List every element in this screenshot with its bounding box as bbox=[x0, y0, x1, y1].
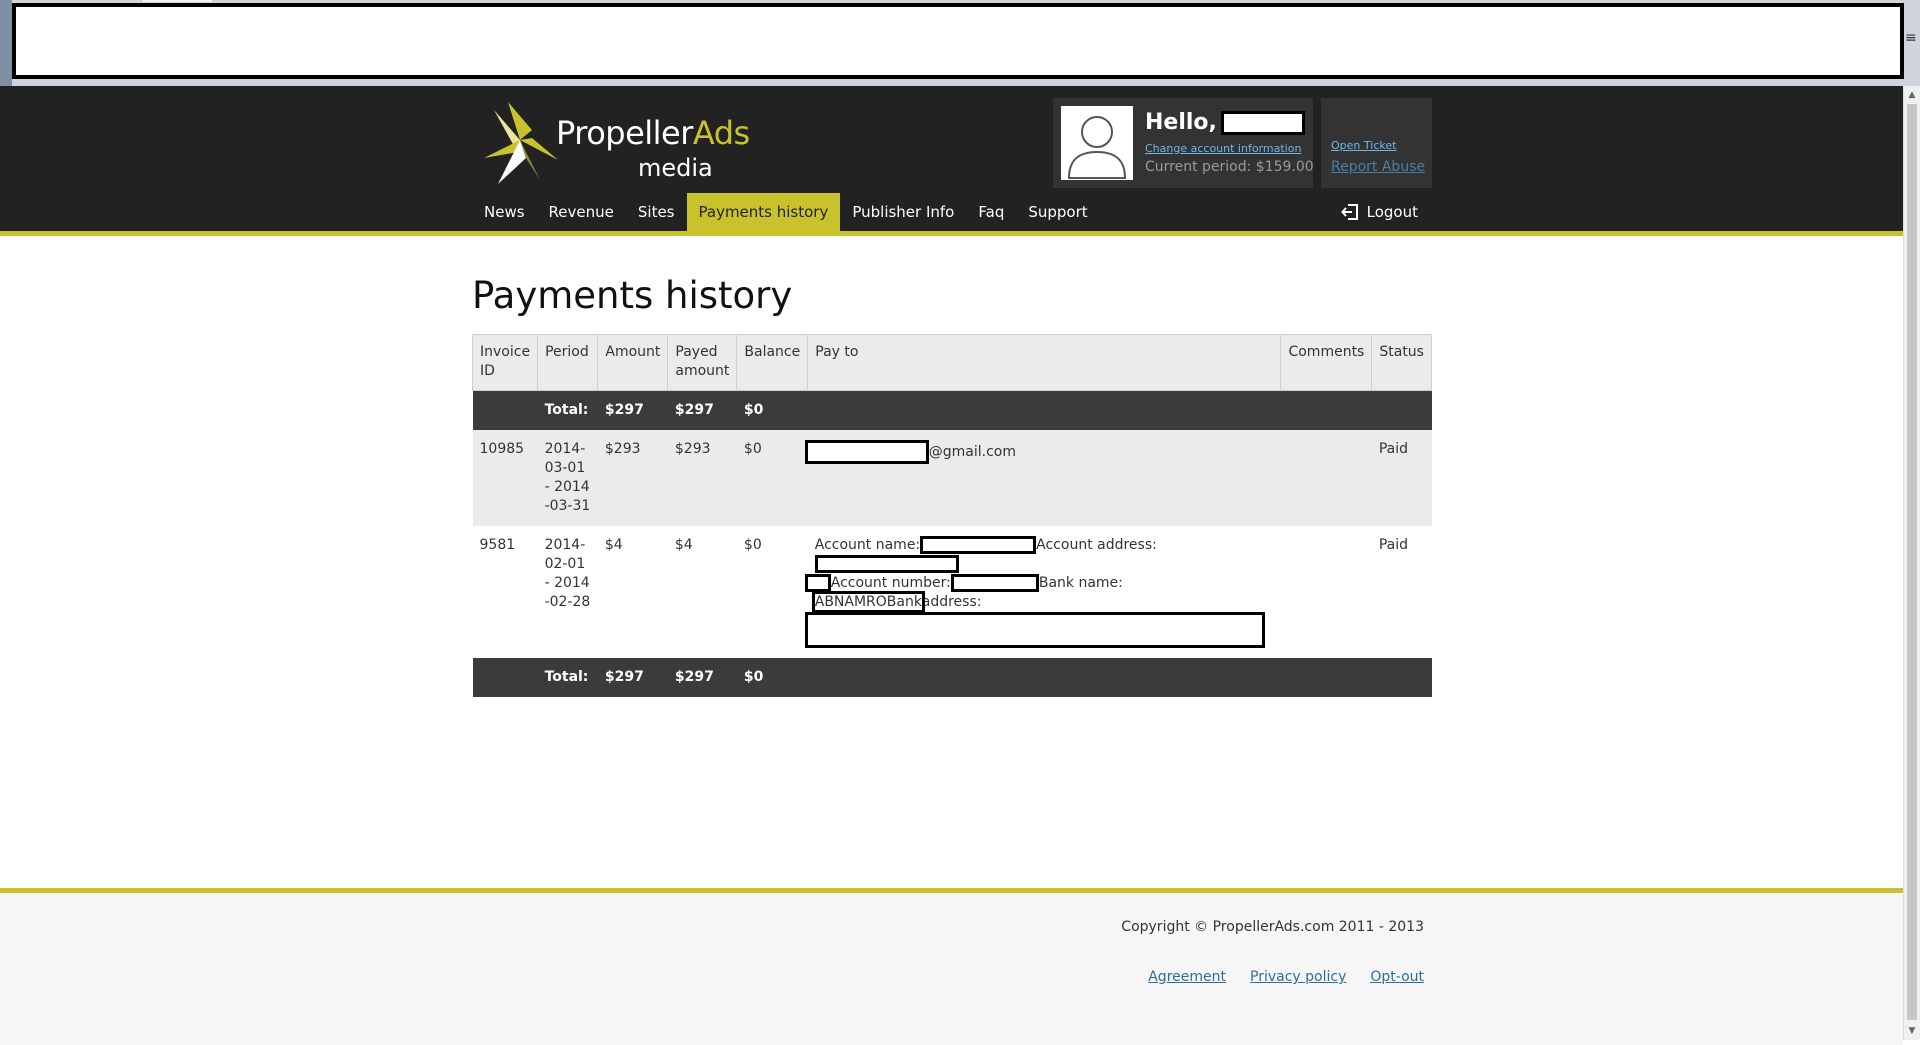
agreement-link[interactable]: Agreement bbox=[1148, 969, 1226, 985]
support-panel: Open Ticket Report Abuse bbox=[1321, 98, 1432, 188]
nav-item-sites[interactable]: Sites bbox=[626, 193, 687, 231]
col-invoice-id[interactable]: Invoice ID bbox=[471, 334, 539, 391]
status: Paid bbox=[1371, 526, 1432, 658]
redacted-email-user bbox=[804, 440, 929, 464]
total-balance: $0 bbox=[736, 658, 808, 697]
copyright: Copyright © PropellerAds.com 2011 - 2013 bbox=[1121, 919, 1424, 935]
col-pay-to[interactable]: Pay to bbox=[807, 334, 1282, 391]
status: Paid bbox=[1371, 430, 1432, 526]
redacted-account-address bbox=[814, 555, 959, 573]
period: 2014-02-01 - 2014-02-28 bbox=[537, 526, 598, 658]
amount: $293 bbox=[597, 430, 668, 526]
privacy-policy-link[interactable]: Privacy policy bbox=[1250, 969, 1346, 985]
open-ticket-link[interactable]: Open Ticket bbox=[1331, 139, 1396, 152]
footer-links: Agreement Privacy policy Opt-out bbox=[1148, 969, 1424, 985]
redacted-account-number bbox=[950, 574, 1039, 592]
col-payed-amount[interactable]: Payed amount bbox=[667, 334, 738, 391]
payments-table: Invoice ID Period Amount Payed amount Ba… bbox=[471, 334, 1432, 697]
nav-item-publisher-info[interactable]: Publisher Info bbox=[840, 193, 966, 231]
col-comments[interactable]: Comments bbox=[1280, 334, 1373, 391]
total-amount: $297 bbox=[597, 390, 668, 430]
nav-item-payments-history[interactable]: Payments history bbox=[686, 193, 841, 231]
scroll-up-arrow-icon[interactable]: ▲ bbox=[1904, 88, 1920, 102]
table-row: 10985 2014-03-01 - 2014-03-31 $293 $293 … bbox=[472, 430, 1432, 526]
table-header-row: Invoice ID Period Amount Payed amount Ba… bbox=[471, 334, 1432, 391]
period: 2014-03-01 - 2014-03-31 bbox=[537, 430, 598, 526]
logout-label: Logout bbox=[1366, 203, 1418, 221]
amount: $4 bbox=[597, 526, 668, 658]
nav-item-revenue[interactable]: Revenue bbox=[537, 193, 626, 231]
total-label: Total: bbox=[537, 658, 598, 697]
nav-item-news[interactable]: News bbox=[472, 193, 537, 231]
redacted-username bbox=[1220, 111, 1305, 135]
browser-tab[interactable] bbox=[143, 0, 212, 2]
report-abuse-link[interactable]: Report Abuse bbox=[1331, 159, 1425, 175]
balance: $0 bbox=[736, 430, 808, 526]
redacted-field bbox=[804, 574, 831, 592]
total-row: Total: $297 $297 $0 bbox=[472, 658, 1432, 697]
col-balance[interactable]: Balance bbox=[736, 334, 809, 391]
total-amount: $297 bbox=[597, 658, 668, 697]
total-payed: $297 bbox=[667, 390, 737, 430]
site-footer: Copyright © PropellerAds.com 2011 - 2013… bbox=[0, 888, 1903, 1045]
propellerads-logo[interactable]: PropellerAds media bbox=[480, 100, 750, 188]
logo-subtitle: media bbox=[638, 154, 713, 182]
table-row: 9581 2014-02-01 - 2014-02-28 $4 $4 $0 Ac… bbox=[472, 526, 1432, 658]
propeller-logo-icon bbox=[484, 102, 558, 184]
invoice-id: 9581 bbox=[472, 526, 538, 658]
col-status[interactable]: Status bbox=[1371, 334, 1432, 391]
bank-name-value: ABNAMROBank bbox=[811, 591, 925, 613]
nav-item-faq[interactable]: Faq bbox=[966, 193, 1016, 231]
logout-button[interactable]: Logout bbox=[1340, 193, 1418, 231]
balance: $0 bbox=[736, 526, 808, 658]
redacted-bank-address bbox=[804, 612, 1265, 648]
opt-out-link[interactable]: Opt-out bbox=[1370, 969, 1424, 985]
total-balance: $0 bbox=[736, 390, 808, 430]
redacted-browser-bar bbox=[12, 3, 1904, 79]
current-period: Current period: $159.00 bbox=[1145, 159, 1314, 175]
scroll-thumb[interactable] bbox=[1907, 104, 1917, 1020]
vertical-scrollbar[interactable]: ▲ ▼ bbox=[1903, 86, 1920, 1040]
total-payed: $297 bbox=[667, 658, 737, 697]
redacted-account-name bbox=[920, 536, 1037, 554]
comments bbox=[1280, 526, 1372, 658]
pay-to: Account name: Account address: Account nu… bbox=[804, 526, 1281, 658]
change-account-link[interactable]: Change account information bbox=[1145, 142, 1301, 155]
total-label: Total: bbox=[537, 390, 598, 430]
total-row: Total: $297 $297 $0 bbox=[472, 390, 1432, 430]
browser-chrome-left bbox=[0, 0, 12, 86]
menu-icon[interactable]: ≡ bbox=[1905, 31, 1917, 45]
nav-item-support[interactable]: Support bbox=[1016, 193, 1099, 231]
col-period[interactable]: Period bbox=[537, 334, 599, 391]
user-info-panel: Hello, Change account information Curren… bbox=[1053, 98, 1314, 188]
payed-amount: $293 bbox=[667, 430, 737, 526]
invoice-id: 10985 bbox=[472, 430, 538, 526]
payed-amount: $4 bbox=[667, 526, 737, 658]
scroll-down-arrow-icon[interactable]: ▼ bbox=[1904, 1024, 1920, 1038]
main-nav: News Revenue Sites Payments history Publ… bbox=[472, 193, 1100, 231]
page-title: Payments history bbox=[472, 274, 793, 317]
site-header: PropellerAds media Hello, Change account… bbox=[0, 86, 1903, 236]
logo-text: PropellerAds bbox=[556, 114, 750, 152]
pay-to: @gmail.com bbox=[804, 430, 1281, 526]
logout-icon bbox=[1340, 204, 1358, 220]
greeting: Hello, bbox=[1145, 110, 1305, 135]
avatar-icon bbox=[1061, 106, 1133, 180]
col-amount[interactable]: Amount bbox=[597, 334, 669, 391]
comments bbox=[1280, 430, 1372, 526]
